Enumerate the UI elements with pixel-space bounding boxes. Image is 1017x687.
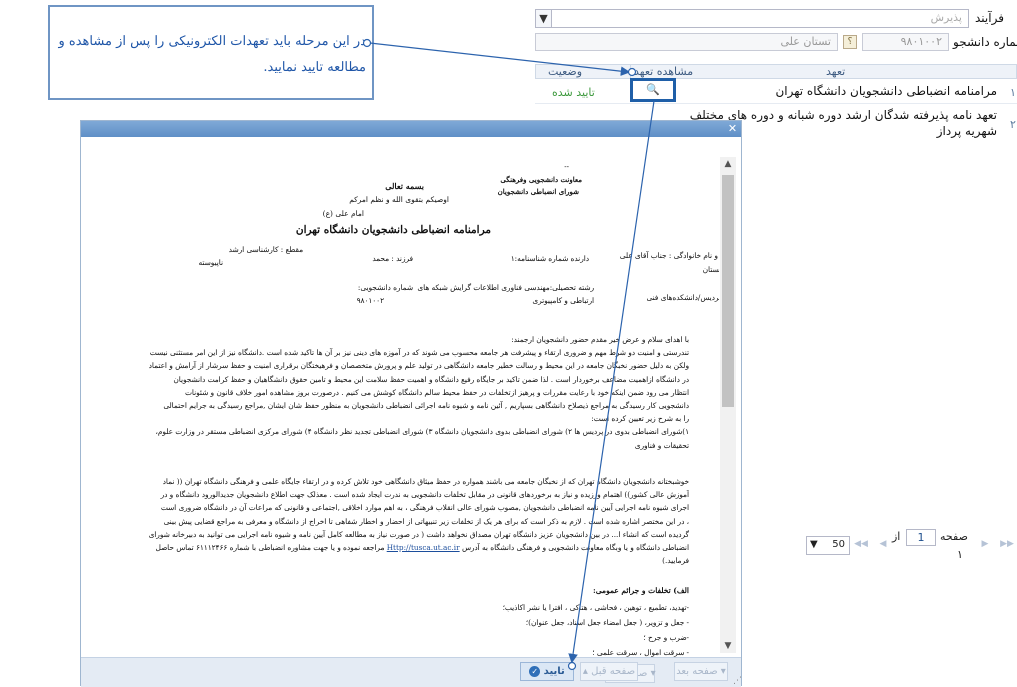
scroll-up-icon[interactable]: ▲	[720, 157, 736, 171]
chevron-up-icon: ▴	[582, 666, 588, 677]
prev-label: صفحه قبل	[591, 666, 636, 677]
process-label: فرآیند	[975, 11, 1004, 25]
prev-page-icon[interactable]: ▶	[976, 536, 994, 553]
chevron-down-icon[interactable]: ▼	[536, 10, 552, 27]
dialog-title-bar[interactable]: ✕	[81, 121, 741, 137]
doc-line: گردیده است که انشاء ا... در بین دانشجویا…	[148, 529, 689, 539]
process-select[interactable]: پذیرش ▼	[535, 9, 969, 28]
view-commitment-button[interactable]: 🔍	[630, 78, 676, 102]
last-page-icon[interactable]: ◀◀	[852, 536, 870, 553]
first-page-icon[interactable]: ▶▶	[998, 536, 1016, 553]
row-title-line2: شهریه پرداز	[936, 124, 997, 138]
doc-student-no: ۹۸۰۱۰۰۲	[356, 296, 384, 305]
doc-line: خوشبختانه دانشجویان دانشگاه تهران که از …	[162, 477, 689, 486]
doc-item: - جعل و تزویر، ( جعل امضاء جعل اسناد، جع…	[525, 618, 689, 627]
next-page-icon[interactable]: ◀	[874, 536, 892, 553]
row-number: ۲	[1010, 118, 1016, 131]
doc-item: -ضرب و جرح ؛	[643, 633, 689, 642]
doc-item: - سرقت اموال ، سرقت علمی ؛	[592, 648, 689, 657]
doc-title: مرامنامه انضباطی دانشجویان دانشگاه تهران	[295, 224, 491, 236]
doc-paragraph-2: خوشبختانه دانشجویان دانشگاه تهران که از …	[99, 475, 689, 567]
doc-org-2: شورای انضباطی دانشجویان	[497, 187, 579, 196]
doc-major: رشته تحصیلی:مهندسی فناوری اطلاعات گرایش …	[417, 283, 594, 292]
student-no-field[interactable]: ۹۸۰۱۰۰۲	[862, 33, 949, 51]
document-scrollbar[interactable]: ▲ ▼	[720, 157, 736, 653]
status-badge: تایید شده	[552, 86, 595, 99]
student-lookup-button[interactable]: ؟	[843, 35, 857, 49]
row-title: مرامنامه انضباطی دانشجویان دانشگاه تهران	[775, 84, 997, 98]
close-icon[interactable]: ✕	[726, 122, 739, 135]
next-label: صفحه بعد	[676, 666, 718, 677]
doc-student-no-label: شماره دانشجویی:	[357, 283, 413, 292]
col-commitment[interactable]: تعهد	[826, 65, 845, 79]
doc-imam: امام علی (ع)	[322, 209, 364, 218]
prev-page-button[interactable]: ▴ صفحه قبل	[580, 662, 638, 681]
doc-line: ، در این مختصر اشاره شده است . لازم به ذ…	[163, 516, 689, 526]
doc-verse: اوصیکم بتقوی الله و نظم امرکم	[349, 195, 449, 204]
dialog-footer: صفحه بعد ▾	[81, 657, 741, 687]
doc-text: انضباطی دانشگاه و یا وبگاه معاونت دانشجو…	[461, 543, 689, 553]
commitment-dialog: ✕ -- معاونت دانشجویی وفرهنگی شورای انضبا…	[80, 120, 742, 687]
pager-of-label: از	[892, 530, 901, 543]
pager-page-label: صفحه	[940, 530, 968, 543]
next-page-button-2[interactable]: صفحه بعد ▾	[674, 662, 728, 681]
doc-line: در دانشگاه ازاهمیت مضاعف برخوردار است . …	[173, 374, 689, 384]
doc-name: نام و نام خانوادگی : جناب آقای علی	[619, 251, 719, 260]
doc-bismillah: بسمه تعالی	[385, 181, 424, 191]
row-number: ۱	[1010, 86, 1016, 99]
check-icon: ✓	[529, 665, 541, 677]
process-select-value: پذیرش	[930, 11, 962, 24]
chevron-down-icon: ▾	[720, 666, 726, 677]
doc-line: با اهدای سلام و عرض خیر مقدم حضور دانشجو…	[511, 335, 689, 344]
resize-grip-icon[interactable]: ⋰	[733, 676, 1015, 686]
doc-major-2: ارتباطی و کامپیوتری	[532, 296, 594, 305]
student-name-field: تستان علی	[535, 33, 838, 51]
doc-line: دانشجویی کار رسیدگی به مراجع ذیصلاح دانش…	[163, 401, 689, 411]
magnifier-icon: 🔍	[646, 83, 660, 96]
callout-line-2: مطالعه تایید نمایید.	[263, 60, 366, 75]
row-divider	[535, 103, 1017, 104]
doc-line: ۱)شورای انضباطی بدوی در پردیس ها ۲) شورا…	[155, 427, 689, 437]
doc-line: ولکن به دلیل حضور نخبگان جامعه در این مح…	[148, 361, 689, 371]
confirm-label: تایید	[543, 666, 565, 677]
doc-degree: مقطع : کارشناسی ارشد	[228, 245, 303, 254]
doc-line: تحقیقات و فناوری	[634, 440, 689, 450]
scroll-down-icon[interactable]: ▼	[720, 639, 736, 653]
doc-org-1: معاونت دانشجویی وفرهنگی	[500, 175, 582, 184]
callout-line-1: در این مرحله باید تعهدات الکترونیکی را پ…	[58, 34, 366, 49]
doc-line: انتظار می رود ضمن اینکه خود با رعایت مقر…	[185, 387, 689, 397]
doc-father: فرزند : محمد	[372, 254, 413, 263]
chevron-down-icon: ▼	[810, 539, 818, 550]
doc-degree-2: ناپیوسته	[198, 258, 224, 267]
page-size-value: 50	[832, 539, 845, 550]
tusca-link[interactable]: Http://tusca.ut.ac.ir	[387, 543, 460, 552]
col-view[interactable]: مشاهده تعهد	[634, 65, 693, 79]
page-size-select[interactable]: 50 ▼	[806, 536, 850, 555]
doc-text: مراجعه نموده و یا جهت مشاوره انضباطی با …	[155, 543, 385, 553]
pager-total: ۱	[957, 548, 963, 561]
instruction-callout: در این مرحله باید تعهدات الکترونیکی را پ…	[48, 5, 374, 100]
pager-page-input[interactable]: 1	[906, 529, 936, 546]
doc-campus: پردیس/دانشکده‌های فنی	[646, 293, 719, 302]
doc-id-card: دارنده شماره شناسنامه:۱	[510, 254, 589, 263]
confirm-button[interactable]: ✓ تایید	[520, 662, 574, 681]
scrollbar-thumb[interactable]	[722, 175, 734, 407]
col-status[interactable]: وضعیت	[548, 65, 582, 79]
doc-line: اجرای شیوه نامه اجرایی آیین نامه انضباطی…	[160, 503, 689, 513]
commitment-document: -- معاونت دانشجویی وفرهنگی شورای انضباطی…	[81, 138, 719, 658]
doc-line: را به شرح زیر تعیین کرده است:	[591, 414, 689, 424]
doc-line: فرمایید.)	[662, 556, 689, 566]
doc-item: -تهدید، تطمیع ، توهین ، فحاشی ، هتاکی ، …	[502, 603, 689, 612]
doc-line: آموزش عالی کشور)) اهتمام ورزیده و نیاز ب…	[160, 490, 689, 500]
student-no-label: شماره دانشجو	[953, 35, 1017, 49]
doc-section-a: الف) تخلفات و جرائم عمومی:	[593, 586, 689, 595]
doc-line: انضباطی دانشگاه و یا وبگاه معاونت دانشجو…	[99, 541, 689, 554]
doc-line: تندرستی و امنیت دو شرط مهم و ضروری ارتقا…	[149, 348, 689, 358]
doc-paragraph-1: با اهدای سلام و عرض خیر مقدم حضور دانشجو…	[99, 333, 689, 452]
doc-name-2: تستان	[702, 265, 719, 274]
doc-dash: --	[564, 163, 569, 171]
chevron-down-icon: ▾	[650, 668, 656, 679]
grid-header: تعهد مشاهده تعهد وضعیت	[535, 64, 1017, 79]
